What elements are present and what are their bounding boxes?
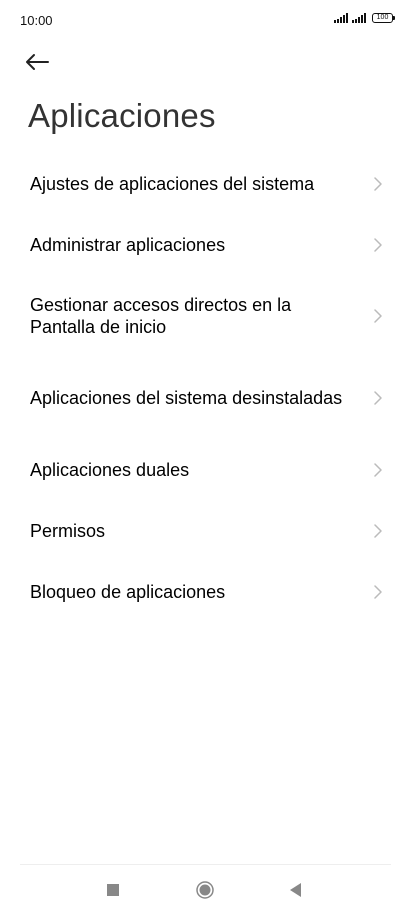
menu-item-system-app-settings[interactable]: Ajustes de aplicaciones del sistema: [0, 153, 411, 214]
arrow-left-icon: [26, 54, 49, 70]
menu-item-label: Gestionar accesos directos en la Pantall…: [30, 295, 292, 337]
chevron-right-icon: [374, 523, 382, 538]
nav-divider: [20, 864, 391, 865]
back-button[interactable]: [24, 46, 64, 78]
menu-item-label: Permisos: [30, 520, 106, 541]
recents-button[interactable]: [93, 874, 133, 906]
chevron-right-icon: [374, 391, 382, 405]
menu-item-label: Aplicaciones duales: [30, 459, 190, 480]
menu-item-label: Bloqueo de aplicaciones: [30, 581, 226, 602]
battery-icon: 100: [372, 13, 395, 23]
menu-item-permissions[interactable]: Permisos: [0, 500, 411, 561]
chevron-right-icon: [374, 584, 382, 599]
battery-level: 100: [376, 14, 389, 21]
chevron-right-icon: [374, 309, 382, 323]
home-circle-icon: [196, 881, 214, 899]
page-title: Aplicaciones: [28, 97, 216, 134]
signal-icon: [352, 13, 366, 23]
chevron-right-icon: [374, 462, 382, 477]
menu-item-dual-apps[interactable]: Aplicaciones duales: [0, 439, 411, 500]
status-bar: 10:00 100: [0, 0, 411, 40]
recents-square-icon: [107, 884, 119, 896]
menu-item-manage-apps[interactable]: Administrar aplicaciones: [0, 214, 411, 275]
home-button[interactable]: [185, 874, 225, 906]
chevron-right-icon: [374, 176, 382, 191]
menu-item-label: Administrar aplicaciones: [30, 234, 226, 255]
menu-item-uninstalled-system-apps[interactable]: Aplicaciones del sistema desinstaladas: [0, 357, 411, 439]
back-nav-button[interactable]: [276, 874, 316, 906]
status-time: 10:00: [20, 13, 53, 28]
chevron-right-icon: [374, 237, 382, 252]
back-triangle-icon: [290, 883, 301, 897]
signal-icon: [334, 13, 348, 23]
menu-item-app-lock[interactable]: Bloqueo de aplicaciones: [0, 561, 411, 622]
navigation-bar: [0, 866, 411, 914]
settings-menu: Ajustes de aplicaciones del sistema Admi…: [0, 153, 411, 622]
menu-item-label: Ajustes de aplicaciones del sistema: [30, 173, 315, 194]
status-icons: 100: [334, 13, 395, 23]
menu-item-home-shortcuts[interactable]: Gestionar accesos directos en la Pantall…: [0, 275, 411, 357]
menu-item-label: Aplicaciones del sistema desinstaladas: [30, 388, 343, 408]
